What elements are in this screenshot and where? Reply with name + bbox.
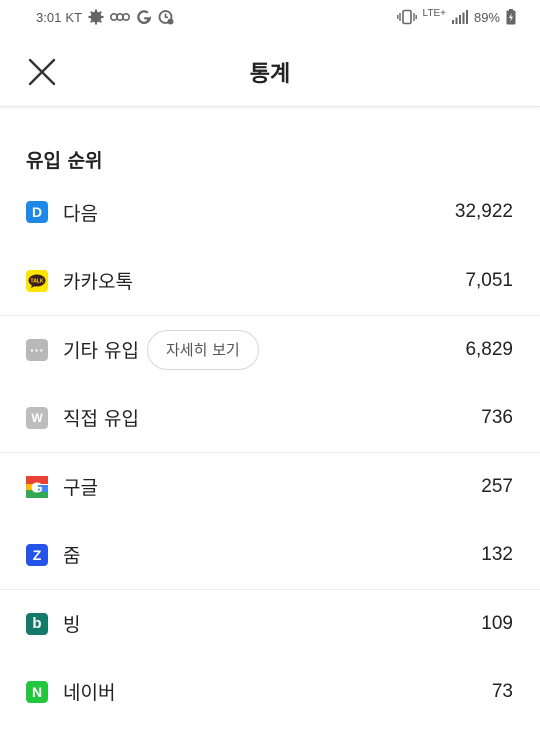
source-name: 기타 유입	[63, 340, 139, 363]
daum-icon: D	[26, 201, 48, 224]
signal-icon	[451, 10, 468, 24]
list-item-direct[interactable]: W 직접 유입 736	[0, 384, 540, 453]
network-type: LTE+	[422, 7, 446, 19]
more-dots-icon: ···	[26, 338, 48, 361]
zum-icon: Z	[26, 543, 48, 566]
battery-charging-icon	[506, 9, 516, 25]
source-name: 구글	[63, 477, 98, 500]
source-name: 빙	[63, 614, 81, 637]
status-bar: 3:01 KT LTE+ 89%	[0, 0, 540, 34]
google-icon: G	[26, 475, 48, 498]
page-title: 통계	[249, 62, 291, 87]
source-name: 다음	[63, 202, 98, 225]
bing-icon: b	[26, 612, 48, 635]
list-item-kakaotalk[interactable]: TALK 카카오톡 7,051	[0, 247, 540, 316]
list-item-google[interactable]: G 구글 257	[0, 452, 540, 521]
app-header: 통계	[0, 34, 540, 107]
source-count: 257	[481, 475, 513, 497]
source-name: 네이버	[63, 682, 116, 705]
source-count: 7,051	[465, 269, 513, 291]
source-count: 32,922	[454, 201, 513, 223]
section-title: 유입 순위	[26, 150, 103, 172]
clock-check-notification-icon	[158, 9, 174, 25]
kakaotalk-icon: TALK	[26, 269, 48, 292]
view-details-button[interactable]: 자세히 보기	[146, 329, 259, 370]
source-count: 73	[491, 680, 513, 702]
google-notification-icon	[136, 9, 152, 25]
vibrate-icon	[396, 9, 417, 25]
source-name: 줌	[63, 545, 81, 568]
list-item-daum[interactable]: D 다음 32,922	[0, 178, 540, 247]
source-name: 직접 유입	[63, 408, 139, 431]
status-left: 3:01 KT	[36, 9, 174, 25]
list-item-naver[interactable]: N 네이버 73	[0, 658, 540, 727]
chain-notification-icon	[109, 11, 130, 23]
direct-w-icon: W	[26, 406, 48, 429]
source-name: 카카오톡	[63, 271, 133, 294]
source-count: 6,829	[465, 338, 513, 360]
battery-percent: 89%	[473, 9, 500, 25]
google-icon-text: G	[31, 479, 43, 496]
source-count: 132	[481, 543, 513, 565]
list-item-zum[interactable]: Z 줌 132	[0, 521, 540, 590]
status-right: LTE+ 89%	[396, 7, 516, 25]
status-carrier: KT	[65, 9, 82, 25]
traffic-source-list: D 다음 32,922 TALK 카카오톡 7,051 ··· 기타 유입 자세…	[0, 178, 540, 726]
list-item-bing[interactable]: b 빙 109	[0, 589, 540, 658]
status-time: 3:01	[36, 9, 62, 25]
gear-notification-icon	[88, 9, 104, 25]
source-count: 736	[481, 406, 513, 428]
list-item-other[interactable]: ··· 기타 유입 자세히 보기 6,829	[0, 315, 540, 384]
source-count: 109	[481, 612, 513, 634]
naver-icon: N	[26, 680, 48, 703]
kakaotalk-icon-text: TALK	[31, 278, 44, 284]
